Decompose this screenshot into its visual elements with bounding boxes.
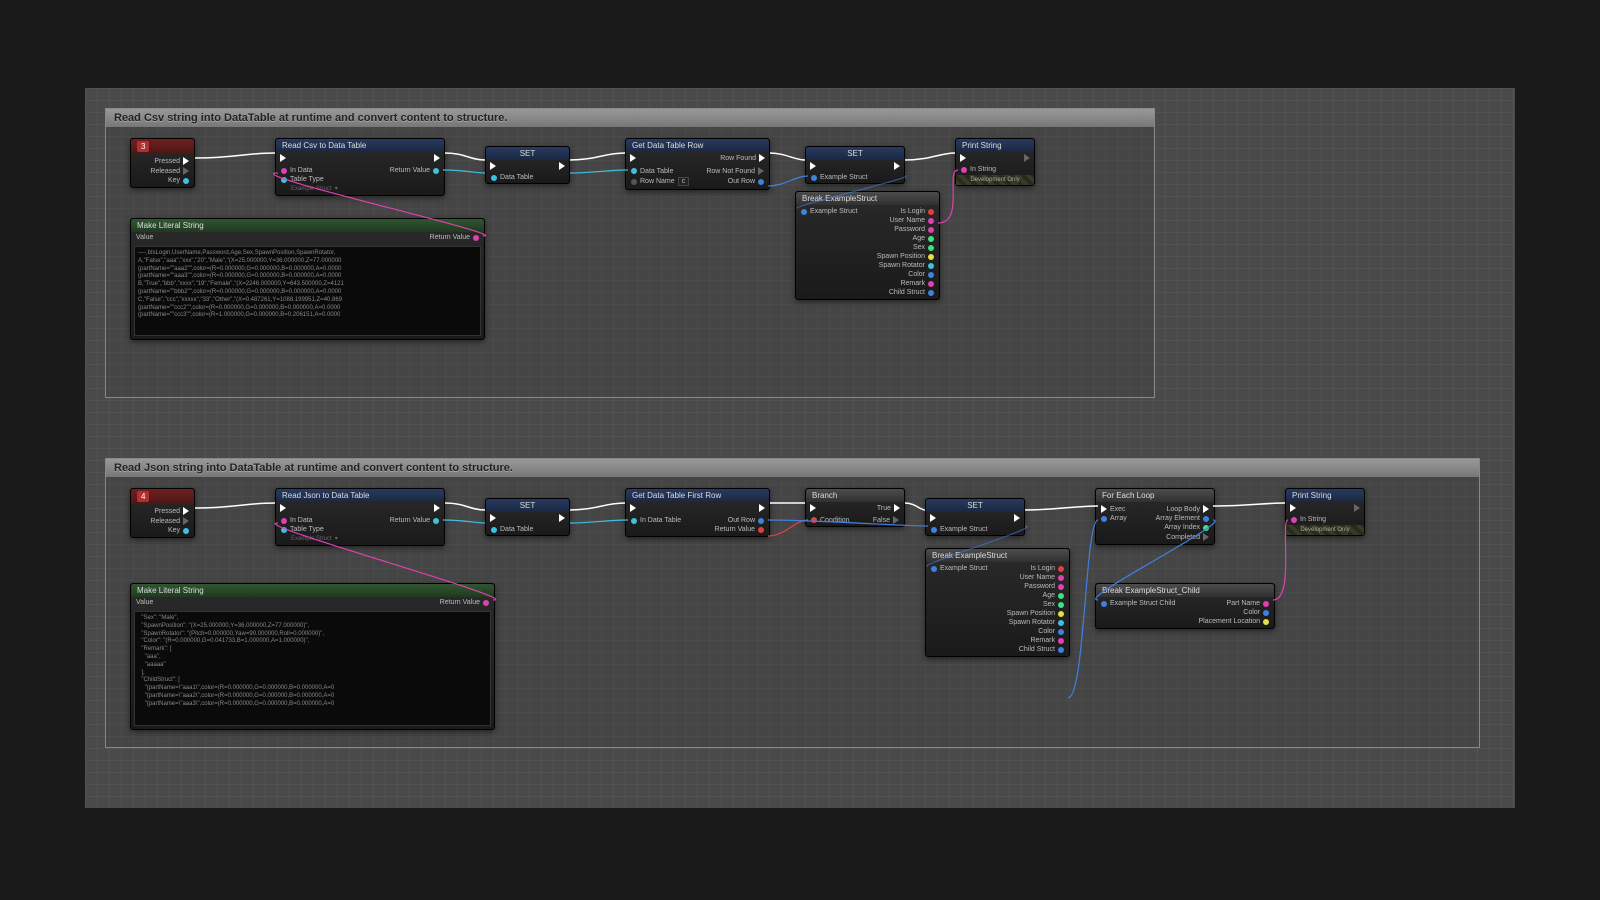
break-struct-2[interactable]: Break ExampleStruct Example StructIs Log… <box>925 548 1070 657</box>
exec-out[interactable] <box>434 154 440 162</box>
break-struct-1[interactable]: Break ExampleStruct Example StructIs Log… <box>795 191 940 300</box>
get-data-table-row[interactable]: Get Data Table Row Row Found Data Table … <box>625 138 770 190</box>
input-event-node-1[interactable]: 3 Pressed Released Key <box>130 138 195 188</box>
make-literal-string-1[interactable]: Make Literal String Value Return Value -… <box>130 218 485 340</box>
set1-title: SET <box>520 149 536 158</box>
print-string-2[interactable]: Print String In String Development Only <box>1285 488 1365 536</box>
print-title-1: Print String <box>962 141 1002 150</box>
pin-key[interactable]: Key <box>168 177 180 184</box>
get-first-title: Get Data Table First Row <box>632 491 721 500</box>
input-event-node-2[interactable]: 4 Pressed Released Key <box>130 488 195 538</box>
pin-example-struct[interactable]: Example Struct <box>820 174 867 181</box>
pin-row-name[interactable]: Row Name <box>640 178 675 185</box>
print-string-1[interactable]: Print String In String Development Only <box>955 138 1035 186</box>
set-node-4[interactable]: SET Example Struct <box>925 498 1025 536</box>
table-type-dropdown[interactable]: Example Struct <box>291 186 332 192</box>
dev-only-badge: Development Only <box>956 175 1034 185</box>
read-csv-node[interactable]: Read Csv to Data Table In Data Return Va… <box>275 138 445 196</box>
pin-in-data[interactable]: In Data <box>290 167 313 174</box>
section-json-title: Read Json string into DataTable at runti… <box>106 459 1479 477</box>
break-child-title: Break ExampleStruct_Child <box>1102 586 1200 595</box>
section-csv-title: Read Csv string into DataTable at runtim… <box>106 109 1154 127</box>
break-struct-child[interactable]: Break ExampleStruct_Child Example Struct… <box>1095 583 1275 629</box>
set-node-2[interactable]: SET Example Struct <box>805 146 905 184</box>
literal-textarea-1[interactable]: ----,bIsLogin,UserName,Password,Age,Sex,… <box>134 246 481 336</box>
literal-title-1: Make Literal String <box>137 221 204 230</box>
foreach-title: For Each Loop <box>1102 491 1154 500</box>
pin-pressed[interactable]: Pressed <box>154 158 180 165</box>
read-json-node[interactable]: Read Json to Data Table In Data Return V… <box>275 488 445 546</box>
branch-title: Branch <box>812 491 837 500</box>
set2-title: SET <box>847 149 863 158</box>
set-node-3[interactable]: SET Data Table <box>485 498 570 536</box>
read-csv-title: Read Csv to Data Table <box>282 141 366 150</box>
pin-value: Value <box>136 234 153 241</box>
literal-textarea-2[interactable]: "Sex": "Male", "SpawnPosition": "(X=25.0… <box>134 611 491 726</box>
key-badge-2: 4 <box>137 491 149 502</box>
exec-in[interactable] <box>280 154 286 162</box>
make-literal-string-2[interactable]: Make Literal String Value Return Value "… <box>130 583 495 730</box>
get-first-row-node[interactable]: Get Data Table First Row In Data Table O… <box>625 488 770 537</box>
pin-out-row[interactable]: Out Row <box>728 178 755 185</box>
pin-in-string[interactable]: In String <box>970 166 996 173</box>
break-title-1: Break ExampleStruct <box>802 194 877 203</box>
get-row-title: Get Data Table Row <box>632 141 703 150</box>
pin-data-table[interactable]: Data Table <box>500 174 533 181</box>
for-each-loop-node[interactable]: For Each Loop ExecLoop Body ArrayArray E… <box>1095 488 1215 545</box>
set-node-1[interactable]: SET Data Table <box>485 146 570 184</box>
pin-table-type[interactable]: Table Type <box>290 176 324 183</box>
key-badge-1: 3 <box>137 141 149 152</box>
row-name-input[interactable]: c <box>678 177 690 186</box>
branch-node[interactable]: Branch True Condition False <box>805 488 905 527</box>
pin-return-value[interactable]: Return Value <box>390 167 430 174</box>
pin-data-table-in[interactable]: Data Table <box>640 168 673 175</box>
pin-struct-in[interactable]: Example Struct <box>810 208 857 215</box>
pin-released[interactable]: Released <box>150 168 180 175</box>
read-json-title: Read Json to Data Table <box>282 491 369 500</box>
blueprint-canvas[interactable]: Read Csv string into DataTable at runtim… <box>85 88 1515 808</box>
pin-row-not-found[interactable]: Row Not Found <box>706 168 755 175</box>
pin-return-value-literal[interactable]: Return Value <box>430 234 470 241</box>
